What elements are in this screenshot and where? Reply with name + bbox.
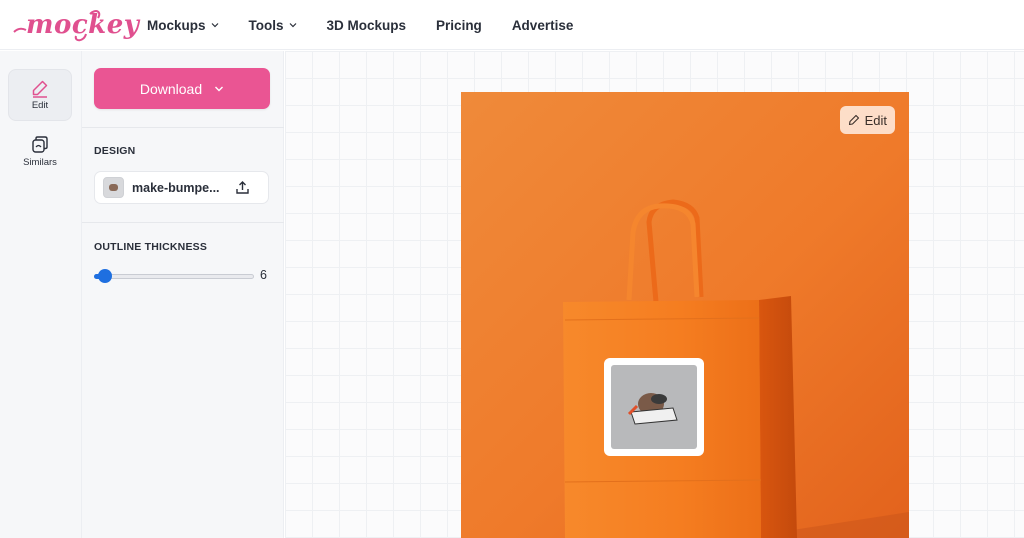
- design-file-card[interactable]: make-bumpe...: [94, 171, 269, 204]
- nav-item-label: Mockups: [147, 17, 206, 33]
- slider-thumb[interactable]: [98, 269, 113, 283]
- mockey-logo[interactable]: mockey: [12, 6, 139, 44]
- pencil-icon: [848, 114, 859, 126]
- nav-item-mockups[interactable]: Mockups: [147, 18, 219, 33]
- edit-mockup-button[interactable]: Edit: [839, 106, 895, 134]
- chevron-down-icon: [211, 23, 218, 28]
- design-section-label: DESIGN: [94, 145, 136, 157]
- panel-divider: [82, 222, 284, 223]
- download-button-label: Download: [139, 80, 203, 97]
- outline-thickness-label: OUTLINE THICKNESS: [94, 241, 208, 253]
- left-tool-rail: Edit Similars: [0, 51, 82, 538]
- main-nav: Mockups Tools 3D Mockups Pricing Adverti…: [147, 0, 603, 50]
- rail-item-label: Edit: [31, 100, 49, 111]
- nav-item-tools[interactable]: Tools: [249, 18, 297, 33]
- panel-divider: [82, 127, 284, 128]
- edit-panel: Download DESIGN make-bumpe... OUTLINE TH…: [82, 51, 284, 538]
- upload-icon[interactable]: [235, 180, 250, 195]
- rail-item-edit[interactable]: Edit: [8, 69, 72, 121]
- nav-item-pricing[interactable]: Pricing: [436, 18, 482, 33]
- orange-bag-mockup-image: [461, 92, 909, 538]
- top-navigation-bar: mockey Mockups Tools 3D Mockups Pricing …: [0, 0, 1024, 50]
- similars-icon: [32, 136, 48, 153]
- nav-item-label: Pricing: [436, 17, 482, 33]
- mockup-canvas: Edit: [285, 51, 1024, 538]
- download-button[interactable]: Download: [94, 68, 270, 109]
- mockup-image[interactable]: Edit: [461, 92, 909, 538]
- logo-text: mockey: [26, 10, 140, 40]
- chevron-down-icon: [215, 86, 224, 91]
- pencil-icon: [32, 80, 48, 98]
- nav-item-3d-mockups[interactable]: 3D Mockups: [327, 18, 407, 33]
- design-thumbnail: [103, 177, 124, 198]
- nav-item-label: 3D Mockups: [326, 17, 407, 33]
- nav-item-label: Tools: [248, 17, 284, 33]
- nav-item-label: Advertise: [511, 17, 574, 33]
- slider-track: [94, 274, 254, 279]
- nav-item-advertise[interactable]: Advertise: [512, 18, 574, 33]
- outline-thickness-slider[interactable]: [94, 269, 254, 283]
- rail-item-label: Similars: [23, 157, 57, 168]
- chevron-down-icon: [289, 23, 296, 28]
- edit-mockup-label: Edit: [864, 112, 887, 128]
- outline-thickness-value: 6: [260, 268, 267, 282]
- rail-item-similars[interactable]: Similars: [8, 127, 72, 179]
- design-file-name: make-bumpe...: [132, 180, 220, 195]
